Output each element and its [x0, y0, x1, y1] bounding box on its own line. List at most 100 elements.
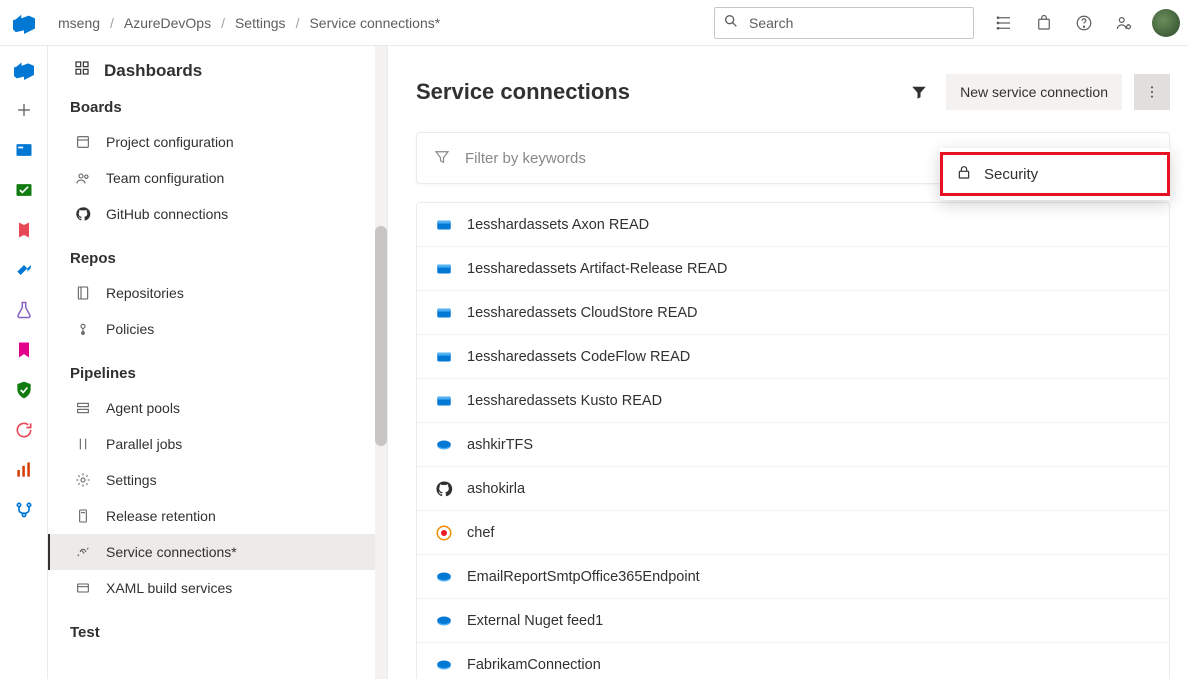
breadcrumb-item[interactable]: mseng	[54, 13, 104, 33]
avatar[interactable]	[1152, 9, 1180, 37]
connection-row[interactable]: 1essharedassets Artifact-Release READ	[417, 247, 1169, 291]
connection-row[interactable]: 1essharedassets CloudStore READ	[417, 291, 1169, 335]
rail-bookmark-icon[interactable]	[6, 332, 42, 368]
sidebar-item-label: XAML build services	[106, 580, 232, 596]
sidebar-item[interactable]: Settings	[70, 462, 387, 498]
connection-name: 1essharedassets Artifact-Release READ	[467, 261, 727, 277]
rail-tests-icon[interactable]	[6, 172, 42, 208]
rail-analytics-icon[interactable]	[6, 452, 42, 488]
azure-storage-icon	[435, 216, 453, 234]
rail-flask-icon[interactable]	[6, 292, 42, 328]
global-search[interactable]	[714, 7, 974, 39]
sidebar-item-label: Parallel jobs	[106, 436, 182, 452]
azure-devops-logo[interactable]	[0, 12, 48, 34]
dashboards-header[interactable]: Dashboards	[70, 60, 387, 81]
marketplace-icon[interactable]	[1026, 5, 1062, 41]
connection-row[interactable]: 1essharedassets Kusto READ	[417, 379, 1169, 423]
vsts-icon	[435, 568, 453, 586]
new-service-connection-button[interactable]: New service connection	[946, 74, 1122, 110]
left-rail	[0, 46, 48, 679]
sidebar-section-title: Boards	[70, 99, 387, 116]
sidebar-item[interactable]: Agent pools	[70, 390, 387, 426]
dashboards-label: Dashboards	[104, 61, 202, 81]
breadcrumb-separator: /	[296, 15, 300, 31]
sidebar-item-label: Service connections*	[106, 544, 237, 560]
sidebar-item[interactable]: GitHub connections	[70, 196, 387, 232]
sidebar-item[interactable]: Repositories	[70, 275, 387, 311]
dropdown-item-security[interactable]: Security	[940, 152, 1170, 196]
rail-security-icon[interactable]	[6, 372, 42, 408]
help-icon[interactable]	[1066, 5, 1102, 41]
sidebar-item-label: Settings	[106, 472, 157, 488]
rail-overview-icon[interactable]	[6, 52, 42, 88]
sidebar-item[interactable]: Release retention	[70, 498, 387, 534]
sidebar-section-title: Pipelines	[70, 365, 387, 382]
chef-icon	[435, 524, 453, 542]
rail-refresh-icon[interactable]	[6, 412, 42, 448]
connection-row[interactable]: chef	[417, 511, 1169, 555]
dashboards-icon	[74, 60, 90, 81]
project-config-icon	[74, 134, 92, 150]
connection-name: 1essharedassets Kusto READ	[467, 393, 662, 409]
main-content: Service connections New service connecti…	[388, 46, 1188, 679]
rail-repos-icon[interactable]	[6, 212, 42, 248]
sidebar-section-title: Repos	[70, 250, 387, 267]
connection-row[interactable]: External Nuget feed1	[417, 599, 1169, 643]
more-actions-dropdown: Security	[940, 148, 1170, 200]
connection-name: 1essharedassets CloudStore READ	[467, 305, 698, 321]
search-icon	[723, 13, 739, 32]
connections-list: 1esshardassets Axon READ 1essharedassets …	[416, 202, 1170, 679]
team-config-icon	[74, 170, 92, 186]
policy-icon	[74, 321, 92, 337]
top-header: mseng / AzureDevOps / Settings / Service…	[0, 0, 1188, 46]
sidebar-scrollbar-thumb[interactable]	[375, 226, 387, 446]
sidebar-item-label: Team configuration	[106, 170, 224, 186]
connection-row[interactable]: ashkirTFS	[417, 423, 1169, 467]
search-input[interactable]	[747, 14, 965, 32]
connection-row[interactable]: FabrikamConnection	[417, 643, 1169, 679]
github-icon	[74, 206, 92, 222]
sidebar-item[interactable]: Project configuration	[70, 124, 387, 160]
breadcrumb-item[interactable]: Service connections*	[305, 13, 444, 33]
sidebar-item[interactable]: Service connections*	[48, 534, 387, 570]
vsts-icon	[435, 612, 453, 630]
parallel-jobs-icon	[74, 436, 92, 452]
sidebar-item-label: Project configuration	[106, 134, 234, 150]
connection-name: External Nuget feed1	[467, 613, 603, 629]
filter-funnel-button[interactable]	[902, 75, 936, 109]
user-settings-icon[interactable]	[1106, 5, 1142, 41]
sidebar-section-title: Test	[70, 624, 387, 641]
breadcrumb-item[interactable]: AzureDevOps	[120, 13, 215, 33]
connection-name: 1essharedassets CodeFlow READ	[467, 349, 690, 365]
header-actions	[986, 5, 1180, 41]
connection-name: 1esshardassets Axon READ	[467, 217, 649, 233]
breadcrumb-separator: /	[221, 15, 225, 31]
connection-row[interactable]: EmailReportSmtpOffice365Endpoint	[417, 555, 1169, 599]
rail-boards-icon[interactable]	[6, 132, 42, 168]
sidebar-item[interactable]: Parallel jobs	[70, 426, 387, 462]
sidebar-item[interactable]: XAML build services	[70, 570, 387, 606]
lock-icon	[956, 164, 972, 184]
sidebar-item-label: Release retention	[106, 508, 216, 524]
dropdown-item-label: Security	[984, 166, 1038, 183]
connection-row[interactable]: 1esshardassets Axon READ	[417, 203, 1169, 247]
page-title: Service connections	[416, 79, 892, 105]
connection-row[interactable]: 1essharedassets CodeFlow READ	[417, 335, 1169, 379]
more-actions-button[interactable]	[1134, 74, 1170, 110]
rail-pipelines-icon[interactable]	[6, 252, 42, 288]
sidebar-item[interactable]: Team configuration	[70, 160, 387, 196]
connection-row[interactable]: ashokirla	[417, 467, 1169, 511]
agent-pools-icon	[74, 400, 92, 416]
filter-icon	[433, 148, 451, 169]
azure-storage-icon	[435, 392, 453, 410]
connection-name: chef	[467, 525, 494, 541]
rail-branch-icon[interactable]	[6, 492, 42, 528]
service-conn-icon	[74, 544, 92, 560]
azure-storage-icon	[435, 260, 453, 278]
sidebar-item[interactable]: Policies	[70, 311, 387, 347]
xaml-build-icon	[74, 580, 92, 596]
work-items-icon[interactable]	[986, 5, 1022, 41]
github-icon	[435, 480, 453, 498]
breadcrumb-item[interactable]: Settings	[231, 13, 290, 33]
rail-add-icon[interactable]	[6, 92, 42, 128]
